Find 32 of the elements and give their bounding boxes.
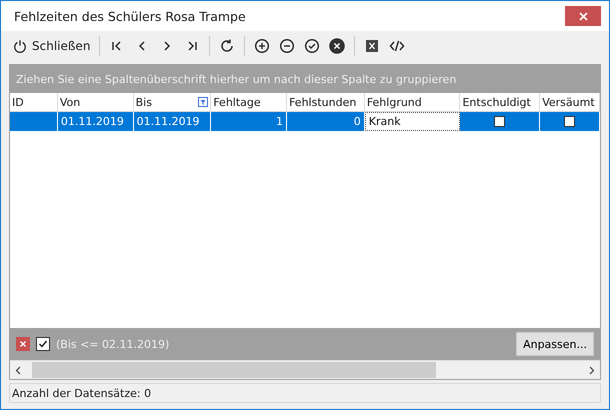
close-icon: [20, 341, 26, 347]
cancel-icon[interactable]: [329, 38, 346, 54]
group-panel-hint: Ziehen Sie eine Spaltenüberschrift hierher um nach dieser Spalte zu gruppieren: [16, 72, 456, 86]
close-toolbar-button[interactable]: Schließen: [13, 39, 90, 53]
record-count: Anzahl der Datensätze: 0: [11, 386, 152, 400]
checkbox[interactable]: [494, 116, 506, 127]
power-icon: [13, 39, 27, 53]
customize-button[interactable]: Anpassen...: [516, 332, 594, 356]
scroll-right-icon[interactable]: [589, 366, 595, 374]
table-cell: 01.11.2019: [58, 112, 134, 131]
close-button[interactable]: [565, 6, 601, 26]
remove-icon[interactable]: [279, 38, 296, 54]
table-cell: 01.11.2019: [134, 112, 212, 131]
refresh-icon[interactable]: [219, 38, 236, 54]
table-cell: 0: [287, 112, 365, 131]
code-icon[interactable]: [389, 38, 406, 54]
scroll-left-icon[interactable]: [15, 366, 21, 374]
checkbox[interactable]: [564, 116, 576, 127]
close-icon: [578, 12, 588, 20]
filter-checkbox[interactable]: [36, 337, 50, 351]
clear-filter-button[interactable]: [16, 337, 30, 351]
filter-icon[interactable]: [198, 97, 208, 107]
check-icon[interactable]: [304, 38, 320, 54]
filter-expression: (Bis <= 02.11.2019): [56, 338, 170, 350]
table-cell: 1: [211, 112, 288, 131]
add-icon[interactable]: [254, 38, 270, 54]
table-row[interactable]: 01.11.2019 01.11.2019 1 0 Krank: [10, 112, 600, 131]
spreadsheet-icon[interactable]: [364, 38, 380, 54]
table-cell: Krank: [364, 112, 460, 131]
window-title: Fehlzeiten des Schülers Rosa Trampe: [14, 8, 246, 24]
check-icon: [38, 339, 48, 349]
scrollbar-thumb[interactable]: [32, 362, 436, 378]
